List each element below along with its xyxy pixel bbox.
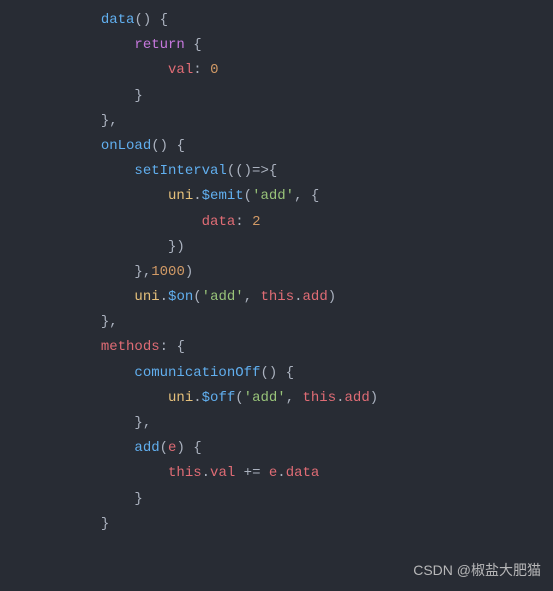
token-punct: ) [328,289,336,305]
code-line: data() { [0,8,553,33]
token-number: 2 [252,214,260,230]
token-builtin: uni [134,289,159,305]
token-punct: . [160,289,168,305]
code-line: }, [0,109,553,134]
token-keyword: return [134,37,184,53]
token-punct: } [134,491,142,507]
token-property: add [345,390,370,406]
token-punct: } [134,88,142,104]
token-punct: . [193,188,201,204]
code-line: }, [0,310,553,335]
token-property: val [168,62,193,78]
token-property: methods [101,339,160,355]
token-punct: }, [101,113,118,129]
token-builtin: uni [168,188,193,204]
token-string: 'add' [244,390,286,406]
token-property: data [286,465,320,481]
token-this-kw: this [261,289,295,305]
token-punct: : { [160,339,185,355]
token-punct: }, [134,264,151,280]
code-line: },1000) [0,260,553,285]
token-this-kw: this [303,390,337,406]
code-line: data: 2 [0,210,553,235]
token-property: add [303,289,328,305]
token-punct: , { [294,188,319,204]
code-block: data() { return { val: 0 } }, onLoad() {… [0,8,553,537]
code-line: } [0,512,553,537]
token-method-name: setInterval [134,163,226,179]
token-punct: ( [244,188,252,204]
code-line: onLoad() { [0,134,553,159]
code-line: this.val += e.data [0,461,553,486]
code-line: return { [0,33,553,58]
token-number: 0 [210,62,218,78]
code-line: }) [0,235,553,260]
code-line: add(e) { [0,436,553,461]
token-punct: += [235,465,269,481]
token-property: data [202,214,236,230]
token-punct: ) [185,264,193,280]
token-punct: () { [134,12,168,28]
token-builtin: uni [168,390,193,406]
token-punct: }, [134,415,151,431]
token-string: 'add' [202,289,244,305]
code-line: comunicationOff() { [0,361,553,386]
token-punct: } [101,516,109,532]
token-punct: . [294,289,302,305]
token-method-name: data [101,12,135,28]
code-line: } [0,84,553,109]
code-line: val: 0 [0,58,553,83]
token-punct: : [235,214,252,230]
token-punct: . [193,390,201,406]
token-method-name: $emit [202,188,244,204]
code-line: methods: { [0,335,553,360]
code-line: uni.$off('add', this.add) [0,386,553,411]
token-punct: (()=>{ [227,163,277,179]
token-punct: ( [160,440,168,456]
code-line: uni.$on('add', this.add) [0,285,553,310]
token-punct: : [193,62,210,78]
token-property: val [210,465,235,481]
token-punct: . [277,465,285,481]
token-method-name: $on [168,289,193,305]
token-method-name: add [134,440,159,456]
token-punct: }, [101,314,118,330]
token-method-name: comunicationOff [134,365,260,381]
token-punct: ( [193,289,201,305]
token-method-name: $off [202,390,236,406]
token-punct: }) [168,239,185,255]
code-line: setInterval(()=>{ [0,159,553,184]
token-punct: , [244,289,261,305]
token-number: 1000 [151,264,185,280]
code-line: } [0,487,553,512]
watermark-text: CSDN @椒盐大肥猫 [413,558,541,583]
token-punct: ( [235,390,243,406]
token-punct: ) { [176,440,201,456]
token-punct: ) [370,390,378,406]
token-punct: { [185,37,202,53]
token-this-kw: this [168,465,202,481]
token-string: 'add' [252,188,294,204]
token-punct: () { [151,138,185,154]
token-method-name: onLoad [101,138,151,154]
token-punct: . [202,465,210,481]
code-line: }, [0,411,553,436]
token-punct: () { [260,365,294,381]
token-punct: . [336,390,344,406]
token-punct: , [286,390,303,406]
code-line: uni.$emit('add', { [0,184,553,209]
